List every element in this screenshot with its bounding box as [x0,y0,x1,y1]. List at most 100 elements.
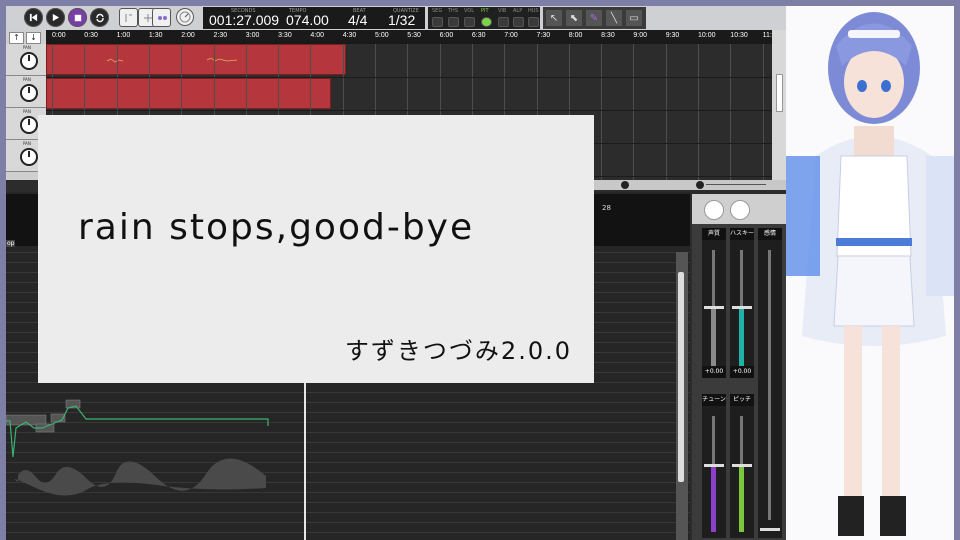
play-icon [52,13,60,22]
mode-toggle[interactable] [464,17,475,27]
scroll-thumb[interactable] [776,74,783,112]
mode-label: VOL [464,8,475,14]
track-divider [46,77,772,78]
track-nav-buttons: ↑ ↓ [6,30,46,44]
arrow-tool-icon[interactable]: ↖ [546,10,562,26]
timeline-tick-label: 2:00 [181,32,195,39]
scroll-thumb[interactable] [678,272,684,482]
audio-region[interactable] [46,44,346,75]
parameter-fader[interactable]: チューン [702,394,726,538]
mode-toggle[interactable] [498,17,509,27]
pencil-tool-icon[interactable]: ✎ [586,10,602,26]
fader-label: 声質 [702,228,726,240]
track-row: PAN [6,76,46,108]
timeline-tick-label: 9:30 [665,32,680,39]
waveform-icon [106,57,238,63]
seconds-value: 001:27.009 [209,12,280,28]
grid-line [762,44,764,180]
pan-knob[interactable] [20,148,38,166]
timeline-tick-label: 9:00 [633,32,648,39]
pan-label: PAN [23,141,31,146]
tempo-value[interactable]: 074.00 [286,13,329,28]
fader-fill [739,464,744,532]
timeline-tick-label: 10:30 [730,32,748,39]
snap-tool-button[interactable] [152,8,171,27]
record-icon[interactable] [704,200,724,220]
parameter-fader[interactable]: 声質 +0.00 [702,228,726,378]
parameter-panel: 声質 +0.00 ハスキー +0.00 感情 チューン ピッチ [692,194,786,540]
grid-line [633,44,635,180]
pan-knob[interactable] [20,52,38,70]
loop-button[interactable] [90,8,109,27]
fader-label: チューン [702,394,726,406]
fader-label: ピッチ [730,394,754,406]
track-scrollbar[interactable] [772,30,786,180]
parameter-fader[interactable]: ピッチ [730,394,754,538]
stop-button[interactable] [68,8,87,27]
timeline-tick-label: 0:30 [84,32,98,39]
grid-line [601,44,603,180]
timeline-tick-label: 8:00 [568,32,583,39]
mode-toggle-active[interactable] [481,17,492,27]
grid-line [730,44,732,180]
zoom-minus-icon[interactable] [696,181,704,189]
mode-label: THS [448,8,458,14]
play-button[interactable] [46,8,65,27]
fader-track [768,250,771,520]
snap-icon [157,15,167,20]
up-arrow-icon[interactable]: ↑ [9,32,24,44]
pan-label: PAN [23,109,31,114]
fader-fill [739,306,744,368]
mode-toggle[interactable] [448,17,459,27]
editor-scrollbar[interactable] [676,252,688,540]
cursor-tool-button[interactable] [119,8,138,27]
fader-handle[interactable] [732,306,752,309]
speaker-icon[interactable] [730,200,750,220]
fader-handle[interactable] [732,464,752,467]
timeline-tick-label: 7:30 [536,32,551,39]
fader-label: ハスキー [730,228,754,240]
edit-tools: ↖ ⬉ ✎ ╲ ▭ [543,7,646,29]
rewind-icon [29,13,38,22]
timeline-tick-label: 5:00 [375,32,389,39]
song-title: rain stops,good-bye [78,207,475,248]
down-arrow-icon[interactable]: ↓ [26,32,41,44]
quantize-value[interactable]: 1/32 [388,13,415,28]
fader-handle[interactable] [704,464,724,467]
timeline-ruler[interactable]: 0:00 0:30 1:00 1:30 2:00 2:30 3:00 3:30 4:00 4:30… [46,30,772,44]
pan-knob[interactable] [20,84,38,102]
mode-toggle[interactable] [432,17,443,27]
fader-handle[interactable] [704,306,724,309]
timeline-tick-label: 4:00 [310,32,325,39]
parameter-fader[interactable]: 感情 [758,228,782,538]
pan-label: PAN [23,45,31,50]
zoom-slider[interactable] [706,184,766,185]
mode-label: ALP [513,8,523,14]
grid-line [698,44,699,180]
metronome-button[interactable] [176,8,194,26]
timeline-tick-label: 8:30 [601,32,615,39]
timeline-tick-label: 6:30 [471,32,486,39]
mode-toggle[interactable] [513,17,524,27]
fader-fill [711,306,716,368]
line-tool-icon[interactable]: ╲ [606,10,622,26]
track-divider [46,110,772,111]
zoom-handle[interactable] [621,181,629,189]
fader-handle[interactable] [760,528,780,531]
fader-value: +0.00 [730,366,754,378]
timeline-tick-label: 3:00 [245,32,260,39]
beat-value[interactable]: 4/4 [348,13,367,28]
window-tool-icon[interactable]: ▭ [626,10,642,26]
cursor-icon [125,13,132,22]
timeline-tick-label: 0:00 [52,32,66,39]
transport-display: SECONDS 001:27.009 TEMPO 074.00 BEAT 4/4… [203,7,425,29]
mode-toggle[interactable] [528,17,539,27]
rewind-button[interactable] [24,8,43,27]
clock-icon [179,11,191,23]
select-tool-icon[interactable]: ⬉ [566,10,582,26]
parameter-fader[interactable]: ハスキー +0.00 [730,228,754,378]
mode-label: PIT [481,8,489,14]
mode-label: HUS [528,8,539,14]
audio-region[interactable] [46,78,331,109]
pan-knob[interactable] [20,116,38,134]
